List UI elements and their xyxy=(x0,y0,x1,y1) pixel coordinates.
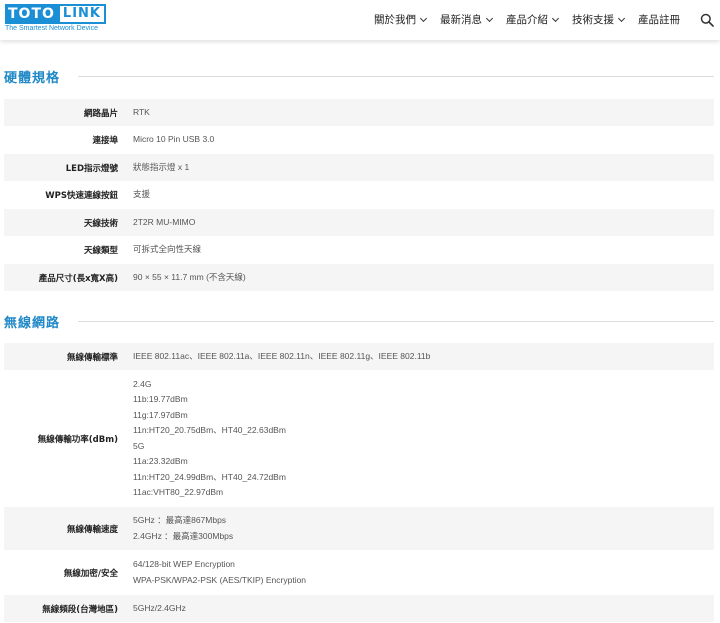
spec-value: 可拆式全向性天線 xyxy=(133,244,202,255)
spec-value: 5GHz ：最高達867Mbps 2.4GHz ：最高達300Mbps xyxy=(133,515,234,541)
spec-value: 90 × 55 × 11.7 mm (不含天線) xyxy=(133,271,246,282)
spec-label: 連接埠 xyxy=(92,136,118,146)
spec-value: RTK xyxy=(133,106,150,117)
chevron-down-icon xyxy=(617,14,626,23)
spec-value: Micro 10 Pin USB 3.0 xyxy=(133,134,215,145)
spec-label: 無線傳輸標準 xyxy=(66,352,118,363)
spec-label: WPS快速連線按鈕 xyxy=(45,191,118,201)
nav-news[interactable]: 最新消息 xyxy=(440,12,494,28)
spec-value: IEEE 802.11ac、IEEE 802.11a、IEEE 802.11n、… xyxy=(133,350,431,361)
search-icon[interactable] xyxy=(700,13,714,27)
spec-value: 64/128-bit WEP Encryption WPA-PSK/WPA2-P… xyxy=(133,559,307,585)
logo-wordmark: TOTO LINK xyxy=(5,4,106,24)
table-row: 天線技術 2T2R MU-MIMO xyxy=(4,209,714,236)
site-header: TOTO LINK The Smartest Network Device 關於… xyxy=(0,0,720,40)
nav-register[interactable]: 產品註冊 xyxy=(638,12,680,28)
spec-label: 產品尺寸(長x寬X高) xyxy=(38,273,118,284)
table-row: 無線加密/安全 64/128-bit WEP Encryption WPA-PS… xyxy=(4,550,714,595)
nav-products-label: 產品介紹 xyxy=(506,14,548,26)
spec-label: 無線頻段(台灣地區) xyxy=(42,604,118,615)
nav-support[interactable]: 技術支援 xyxy=(572,12,626,28)
section-divider xyxy=(78,76,714,77)
table-row: 天線類型 可拆式全向性天線 xyxy=(4,236,714,264)
table-row: 無線傳輸速度 5GHz ：最高達867Mbps 2.4GHz ：最高達300Mb… xyxy=(4,507,714,550)
logo-link: LINK xyxy=(57,4,106,24)
chevron-down-icon xyxy=(551,14,560,23)
spec-label: 網路晶片 xyxy=(83,108,118,119)
spec-value: 5GHz/2.4GHz xyxy=(133,602,186,613)
section-title-hardware: 硬體規格 xyxy=(4,71,61,86)
spec-label: LED指示燈號 xyxy=(65,163,118,174)
nav-about[interactable]: 關於我們 xyxy=(374,12,428,28)
nav-about-label: 關於我們 xyxy=(374,14,416,26)
table-row: 產品尺寸(長x寬X高) 90 × 55 × 11.7 mm (不含天線) xyxy=(4,264,714,291)
nav-register-label: 產品註冊 xyxy=(638,14,680,26)
table-row: 無線傳輸標準 IEEE 802.11ac、IEEE 802.11a、IEEE 8… xyxy=(4,343,714,370)
table-row: 網路晶片 RTK xyxy=(4,99,714,126)
totolink-logo[interactable]: TOTO LINK The Smartest Network Device xyxy=(5,4,106,34)
table-row: 連接埠 Micro 10 Pin USB 3.0 xyxy=(4,126,714,154)
spec-label: 無線加密/安全 xyxy=(63,568,118,579)
section-title-wireless: 無線網路 xyxy=(4,316,61,331)
table-row: LED指示燈號 狀態指示燈 x 1 xyxy=(4,154,714,181)
chevron-down-icon xyxy=(419,14,428,23)
spec-label: 無線傳輸速度 xyxy=(66,524,118,535)
table-row: WPS快速連線按鈕 支援 xyxy=(4,181,714,209)
chevron-down-icon xyxy=(485,14,494,23)
spec-label: 無線傳輸功率(dBm) xyxy=(37,434,118,445)
spec-value: 狀態指示燈 x 1 xyxy=(133,161,190,172)
nav-products[interactable]: 產品介紹 xyxy=(506,12,560,28)
spec-value: 支援 xyxy=(133,189,151,200)
spec-label: 天線類型 xyxy=(83,246,118,256)
spec-value: 2T2R MU-MIMO xyxy=(133,216,196,227)
logo-toto: TOTO xyxy=(5,4,58,24)
table-row: 無線傳輸功率(dBm) 2.4G 11b:19.77dBm 11g:17.97d… xyxy=(4,370,714,507)
spec-value: 2.4G 11b:19.77dBm 11g:17.97dBm 11n:HT20_… xyxy=(133,378,286,498)
table-row: 無線頻段(台灣地區) 5GHz/2.4GHz xyxy=(4,595,714,622)
logo-tagline: The Smartest Network Device xyxy=(5,25,98,32)
nav-news-label: 最新消息 xyxy=(440,14,482,26)
nav-support-label: 技術支援 xyxy=(572,14,614,26)
spec-label: 天線技術 xyxy=(83,218,118,229)
section-divider xyxy=(78,321,714,322)
